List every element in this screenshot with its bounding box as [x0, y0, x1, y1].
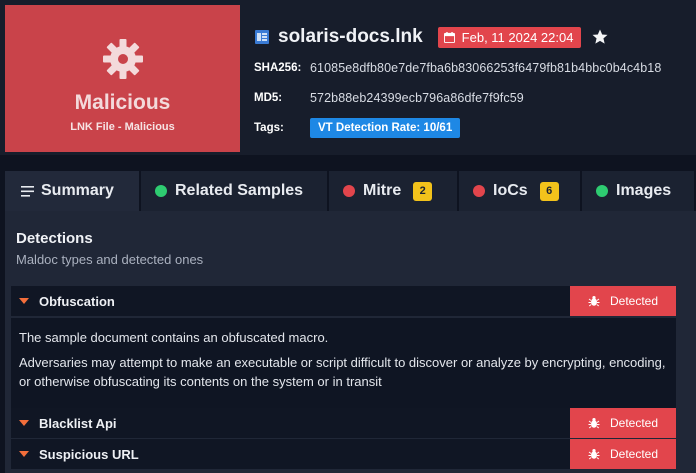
tab-mitre-label: Mitre: [363, 182, 402, 199]
star-icon[interactable]: [591, 28, 609, 46]
tab-summary-label: Summary: [41, 182, 114, 199]
detection-description: The sample document contains an obfuscat…: [11, 318, 676, 408]
md5-label: MD5:: [254, 92, 283, 104]
tab-related-label: Related Samples: [175, 182, 304, 199]
detected-badge[interactable]: Detected: [570, 286, 676, 316]
sha256-label: SHA256:: [254, 62, 302, 74]
md5-value: 572b88eb24399ecb796a86dfe7f9fc59: [310, 91, 524, 105]
bug-icon: [588, 418, 600, 429]
tab-mitre[interactable]: Mitre 2: [329, 171, 457, 211]
verdict-subtitle: LNK File - Malicious: [70, 121, 175, 133]
status-dot-red: [473, 185, 485, 197]
description-line: The sample document contains an obfuscat…: [19, 330, 329, 345]
detection-row-obfuscation[interactable]: Obfuscation Detected: [11, 286, 676, 316]
iocs-count-badge: 6: [539, 181, 559, 201]
tab-iocs-label: IoCs: [493, 182, 528, 199]
vt-detection-tag[interactable]: VT Detection Rate: 10/61: [310, 118, 461, 138]
caret-down-icon: [19, 298, 29, 304]
date-badge: Feb, 11 2024 22:04: [437, 26, 582, 48]
sha256-value: 61085e8dfb80e7de7fba6b83066253f6479fb81b…: [310, 61, 662, 75]
caret-down-icon: [19, 420, 29, 426]
detections-subtitle: Maldoc types and detected ones: [16, 252, 204, 267]
detected-badge[interactable]: Detected: [570, 439, 676, 469]
detection-label: Blacklist Api: [39, 415, 117, 431]
status-dot-green: [596, 185, 608, 197]
detection-label: Suspicious URL: [39, 446, 139, 462]
status-dot-red: [343, 185, 355, 197]
bug-icon: [588, 449, 600, 460]
file-name: solaris-docs.lnk: [278, 26, 423, 47]
detected-label: Detected: [609, 294, 659, 308]
bug-icon: [588, 296, 600, 307]
tags-row: Tags: VT Detection Rate: 10/61: [254, 115, 696, 141]
list-icon: [21, 185, 34, 197]
detected-badge[interactable]: Detected: [570, 408, 676, 438]
status-dot-green: [155, 185, 167, 197]
detection-row-suspicious-url[interactable]: Suspicious URL Detected: [11, 439, 676, 469]
sha256-row: SHA256: 61085e8dfb80e7de7fba6b83066253f6…: [254, 55, 696, 81]
file-info: solaris-docs.lnk Feb, 11 2024 22:04 SHA2…: [254, 22, 696, 141]
verdict-card: Malicious LNK File - Malicious: [5, 5, 240, 152]
detections-title: Detections: [16, 230, 93, 247]
tab-images[interactable]: Images: [582, 171, 694, 211]
sample-header: Malicious LNK File - Malicious solaris-d…: [0, 0, 696, 155]
detection-row-blacklist-api[interactable]: Blacklist Api Detected: [11, 408, 676, 438]
gear-icon: [97, 33, 149, 85]
mitre-count-badge: 2: [413, 181, 433, 201]
date-text: Feb, 11 2024 22:04: [461, 29, 574, 45]
description-line: Adversaries may attempt to make an execu…: [19, 355, 666, 389]
tab-images-label: Images: [616, 182, 672, 199]
tab-summary[interactable]: Summary: [5, 171, 139, 211]
detected-label: Detected: [609, 447, 659, 461]
detected-label: Detected: [609, 416, 659, 430]
detection-label: Obfuscation: [39, 293, 115, 309]
md5-row: MD5: 572b88eb24399ecb796a86dfe7f9fc59: [254, 85, 696, 111]
tab-bar: Summary Related Samples Mitre 2 IoCs 6 I…: [5, 171, 696, 211]
caret-down-icon: [19, 451, 29, 457]
lnk-file-icon: [255, 30, 269, 44]
verdict-title: Malicious: [74, 91, 171, 114]
calendar-icon: [443, 31, 455, 43]
tab-iocs[interactable]: IoCs 6: [459, 171, 580, 211]
tab-related-samples[interactable]: Related Samples: [141, 171, 327, 211]
tags-label: Tags:: [254, 122, 284, 134]
